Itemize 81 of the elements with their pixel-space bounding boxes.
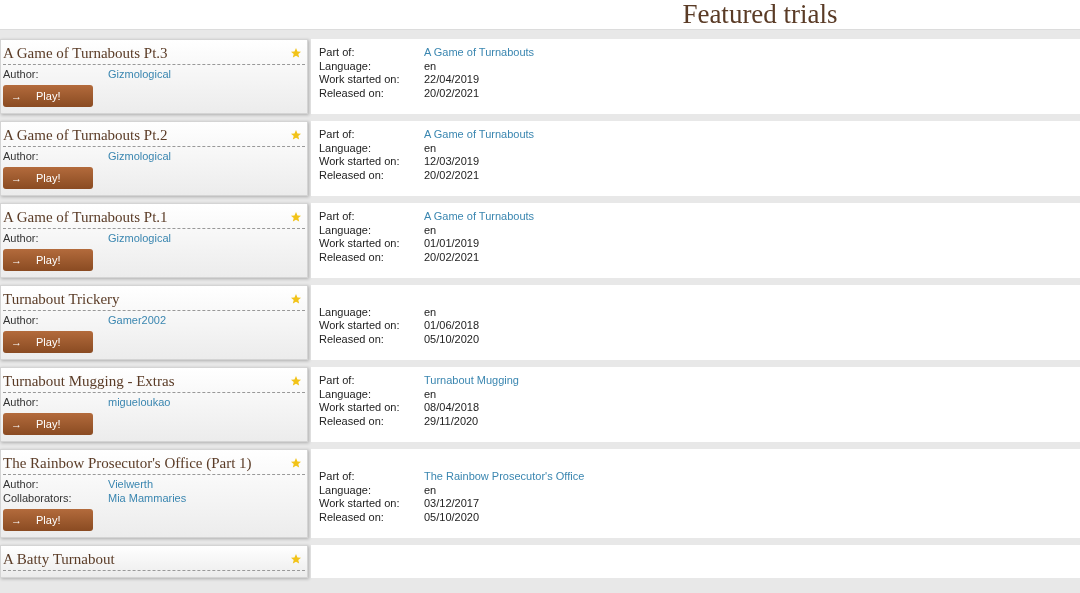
detail-value: en <box>424 141 437 155</box>
detail-label: Work started on: <box>319 497 401 511</box>
person-link[interactable]: Gizmological <box>108 149 171 163</box>
person-label: Author: <box>3 395 40 409</box>
detail-value: 05/10/2020 <box>424 332 480 346</box>
star-icon <box>290 211 302 223</box>
play-button[interactable]: → Play! <box>3 85 93 107</box>
detail-value: 05/10/2020 <box>424 510 480 524</box>
person-link[interactable]: Gamer2002 <box>108 313 167 327</box>
detail-link[interactable]: A Game of Turnabouts <box>424 210 535 224</box>
detail-label: Work started on: <box>319 319 401 333</box>
star-icon <box>290 47 302 59</box>
detail-label: Released on: <box>319 414 385 428</box>
detail-value: en <box>424 223 437 237</box>
person-label: Author: <box>3 67 40 81</box>
play-button[interactable]: → Play! <box>3 413 93 435</box>
trial-title[interactable]: The Rainbow Prosecutor's Office (Part 1) <box>3 453 252 473</box>
detail-label: Part of: <box>319 470 356 484</box>
person-label: Author: <box>3 313 40 327</box>
detail-value: 12/03/2019 <box>424 155 480 169</box>
trial-title[interactable]: A Batty Turnabout <box>3 549 115 569</box>
detail-value: 20/02/2021 <box>424 250 480 264</box>
detail-value: en <box>424 59 437 73</box>
detail-label: Released on: <box>319 86 385 100</box>
trial-title[interactable]: Turnabout Trickery <box>3 289 120 309</box>
person-label: Author: <box>3 231 40 245</box>
person-link[interactable]: Vielwerth <box>108 477 154 491</box>
play-button[interactable]: → Play! <box>3 509 93 531</box>
detail-label: Part of: <box>319 46 356 60</box>
detail-label: Released on: <box>319 168 385 182</box>
detail-label: Language: <box>319 387 372 401</box>
trial-title[interactable]: A Game of Turnabouts Pt.2 <box>3 125 168 145</box>
detail-label: Language: <box>319 483 372 497</box>
person-label: Author: <box>3 149 40 163</box>
detail-label: Work started on: <box>319 155 401 169</box>
star-icon <box>290 293 302 305</box>
detail-value: 08/04/2018 <box>424 401 480 415</box>
detail-link[interactable]: A Game of Turnabouts <box>424 128 535 142</box>
detail-value: en <box>424 483 437 497</box>
person-link[interactable]: Gizmological <box>108 67 171 81</box>
detail-label: Work started on: <box>319 237 401 251</box>
detail-link[interactable]: The Rainbow Prosecutor's Office <box>424 470 585 484</box>
play-button[interactable]: → Play! <box>3 167 93 189</box>
detail-label: Work started on: <box>319 73 401 87</box>
detail-link[interactable]: Turnabout Mugging <box>424 374 519 388</box>
detail-label: Language: <box>319 59 372 73</box>
detail-value: en <box>424 305 437 319</box>
detail-label: Language: <box>319 141 372 155</box>
trial-title[interactable]: A Game of Turnabouts Pt.1 <box>3 207 168 227</box>
detail-value: 20/02/2021 <box>424 86 480 100</box>
detail-value: 20/02/2021 <box>424 168 480 182</box>
detail-value: 29/11/2020 <box>424 414 479 428</box>
detail-label: Released on: <box>319 250 385 264</box>
star-icon <box>290 375 302 387</box>
play-button[interactable]: → Play! <box>3 331 93 353</box>
detail-value: 01/06/2018 <box>424 319 480 333</box>
page-heading: Featured trials <box>682 0 838 29</box>
person-link[interactable]: Mia Mammaries <box>108 491 187 505</box>
detail-label: Part of: <box>319 128 356 142</box>
trial-title[interactable]: Turnabout Mugging - Extras <box>3 371 175 391</box>
play-button[interactable]: → Play! <box>3 249 93 271</box>
detail-value: en <box>424 387 437 401</box>
detail-label: Part of: <box>319 210 356 224</box>
detail-label: Work started on: <box>319 401 401 415</box>
person-link[interactable]: migueloukao <box>108 395 171 409</box>
trial-title[interactable]: A Game of Turnabouts Pt.3 <box>3 43 168 63</box>
star-icon <box>290 129 302 141</box>
detail-label: Released on: <box>319 510 385 524</box>
detail-label: Released on: <box>319 332 385 346</box>
detail-link[interactable]: A Game of Turnabouts <box>424 46 535 60</box>
person-label: Author: <box>3 477 40 491</box>
detail-value: 01/01/2019 <box>424 237 480 251</box>
detail-label: Language: <box>319 223 372 237</box>
star-icon <box>290 457 302 469</box>
detail-value: 22/04/2019 <box>424 73 480 87</box>
star-icon <box>290 553 302 565</box>
detail-label: Part of: <box>319 374 356 388</box>
person-label: Collaborators: <box>3 491 73 505</box>
detail-value: 03/12/2017 <box>424 497 480 511</box>
person-link[interactable]: Gizmological <box>108 231 171 245</box>
detail-label: Language: <box>319 305 372 319</box>
